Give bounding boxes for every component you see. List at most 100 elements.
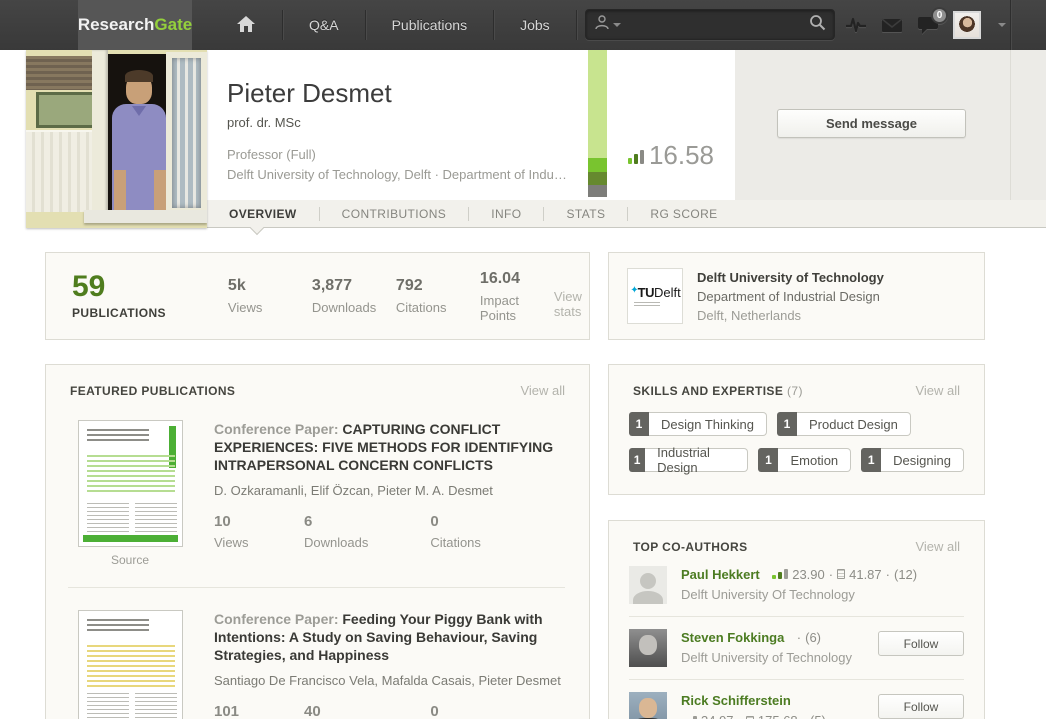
rg-score-gauge	[588, 50, 607, 197]
skill-label: Design Thinking	[649, 412, 767, 436]
photo-person-hair	[125, 70, 153, 82]
coauthor-avatar[interactable]	[629, 566, 667, 604]
skill-endorsement-count: 1	[758, 448, 779, 472]
search-bar[interactable]	[585, 9, 835, 40]
photo-person-arm	[114, 170, 126, 214]
photo-window-frame	[92, 50, 108, 214]
skills-view-all-link[interactable]: View all	[915, 383, 960, 398]
tu-delft-logo-subtext	[634, 302, 660, 307]
publications-count: 59	[72, 270, 106, 303]
coauthor-publication-count: (12)	[894, 566, 918, 582]
coauthor-row: Rick Schifferstein 34.97 · 175.68 · (5) …	[609, 680, 984, 719]
notifications-chat-icon[interactable]: 0	[917, 7, 948, 36]
skill-label: Emotion	[778, 448, 852, 472]
tab-contributions[interactable]: CONTRIBUTIONS	[320, 200, 469, 227]
publication-views-stat: 10 Views	[214, 513, 270, 550]
gauge-segment-olive	[588, 172, 607, 185]
stat-separator: ·	[738, 713, 742, 719]
tab-rg-score-label: RG SCORE	[650, 206, 718, 221]
profile-position: Professor (Full)	[227, 147, 316, 162]
publication-downloads-label: Downloads	[304, 535, 369, 550]
skills-title: SKILLS AND EXPERTISE	[633, 384, 784, 398]
tab-overview[interactable]: OVERVIEW	[207, 200, 319, 236]
profile-name: Pieter Desmet	[227, 78, 392, 108]
person-filter-icon[interactable]	[594, 14, 610, 35]
tab-contributions-label: CONTRIBUTIONS	[341, 206, 447, 221]
nav-home-button[interactable]	[210, 0, 282, 50]
navbar-actions: 0	[845, 0, 1006, 50]
tu-delft-logo[interactable]: ✦ TU Delft	[627, 268, 683, 324]
activity-pulse-icon[interactable]	[845, 14, 867, 36]
skill-badge-product-design[interactable]: 1 Product Design	[776, 412, 911, 436]
profile-photo[interactable]	[26, 50, 207, 228]
account-menu-caret-icon[interactable]	[998, 23, 1006, 27]
skills-count: (7)	[786, 384, 803, 398]
rg-score-panel[interactable]: 16.58	[607, 50, 735, 197]
follow-button[interactable]: Follow	[878, 631, 964, 656]
messages-envelope-icon[interactable]	[881, 14, 903, 36]
publication-row: Conference Paper: Feeding Your Piggy Ban…	[46, 588, 589, 719]
follow-button[interactable]: Follow	[878, 694, 964, 719]
tab-info[interactable]: INFO	[469, 200, 543, 227]
profile-affiliation[interactable]: Delft University of Technology, Delft · …	[227, 167, 587, 182]
send-message-button[interactable]: Send message	[777, 109, 966, 138]
publication-thumbnail[interactable]	[77, 610, 183, 719]
search-input[interactable]	[627, 17, 809, 32]
stat-separator: ·	[885, 566, 890, 582]
search-icon[interactable]	[809, 14, 826, 36]
search-scope-caret-icon[interactable]	[613, 22, 621, 27]
publication-thumbnail[interactable]	[77, 420, 183, 547]
publication-citations-value: 0	[430, 703, 439, 719]
source-link[interactable]: Source	[111, 553, 149, 567]
publication-views-value: 101	[214, 703, 240, 719]
coauthor-name[interactable]: Paul Hekkert	[681, 567, 760, 582]
tu-delft-logo-delft: Delft	[654, 285, 681, 300]
thumbnail-highlight-lines	[86, 645, 175, 689]
institution-card: ✦ TU Delft Delft University of Technology …	[608, 252, 985, 340]
publication-views-label: Views	[214, 535, 249, 550]
view-stats-link[interactable]: View stats	[554, 289, 582, 319]
user-avatar[interactable]	[953, 11, 981, 39]
skill-label: Industrial Design	[645, 445, 749, 475]
tab-rg-score[interactable]: RG SCORE	[628, 200, 739, 227]
skill-endorsement-count: 1	[861, 448, 882, 472]
stat-separator: ·	[828, 566, 834, 582]
impact-points-icon	[745, 715, 754, 719]
rg-score-bars-icon	[681, 715, 697, 719]
citations-stat: 792 Citations	[396, 277, 452, 315]
top-navbar: Research Gate Q&A Publications Jobs 0	[0, 0, 1046, 50]
thumbnail-footer-bar	[82, 535, 178, 542]
coauthor-impact-points: 175.68	[758, 713, 798, 719]
coauthor-avatar[interactable]	[629, 629, 667, 667]
nav-item-qa[interactable]: Q&A	[283, 0, 365, 50]
coauthor-row: Steven Fokkinga · (6) Delft University o…	[609, 617, 984, 667]
institution-name[interactable]: Delft University of Technology	[697, 270, 884, 285]
featured-publications-card: FEATURED PUBLICATIONS View all Source Co…	[45, 364, 590, 719]
publication-downloads-stat: 6 Downloads	[304, 513, 368, 550]
coauthor-name[interactable]: Rick Schifferstein	[681, 693, 791, 708]
publication-authors[interactable]: Santiago De Francisco Vela, Mafalda Casa…	[214, 673, 565, 688]
tab-stats[interactable]: STATS	[544, 200, 627, 227]
nav-item-publications[interactable]: Publications	[366, 0, 494, 50]
publication-citations-stat: 0 Citations	[430, 513, 486, 550]
nav-item-jobs[interactable]: Jobs	[494, 0, 576, 50]
skill-badge-designing[interactable]: 1 Designing	[861, 448, 964, 472]
skill-badge-emotion[interactable]: 1 Emotion	[758, 448, 852, 472]
coauthor-name[interactable]: Steven Fokkinga	[681, 630, 784, 645]
publication-views-stat: 101 Views	[214, 703, 270, 719]
featured-view-all-link[interactable]: View all	[520, 383, 565, 398]
skill-badge-design-thinking[interactable]: 1 Design Thinking	[629, 412, 767, 436]
gauge-segment-bright	[588, 158, 607, 172]
photo-window-sill	[84, 210, 207, 223]
skill-badge-industrial-design[interactable]: 1 Industrial Design	[629, 445, 749, 475]
stat-separator: ·	[802, 713, 806, 719]
publication-downloads-value: 6	[304, 513, 313, 530]
impact-points-value: 16.04	[479, 269, 520, 287]
researchgate-logo[interactable]: Research Gate	[78, 0, 192, 50]
coauthor-avatar[interactable]	[629, 692, 667, 719]
coauthors-view-all-link[interactable]: View all	[915, 539, 960, 554]
coauthor-affiliation: Delft University Of Technology	[681, 587, 855, 602]
photo-window-sash	[166, 52, 207, 214]
publication-authors[interactable]: D. Ozkaramanli, Elif Özcan, Pieter M. A.…	[214, 483, 565, 498]
photo-curtain	[26, 130, 98, 212]
